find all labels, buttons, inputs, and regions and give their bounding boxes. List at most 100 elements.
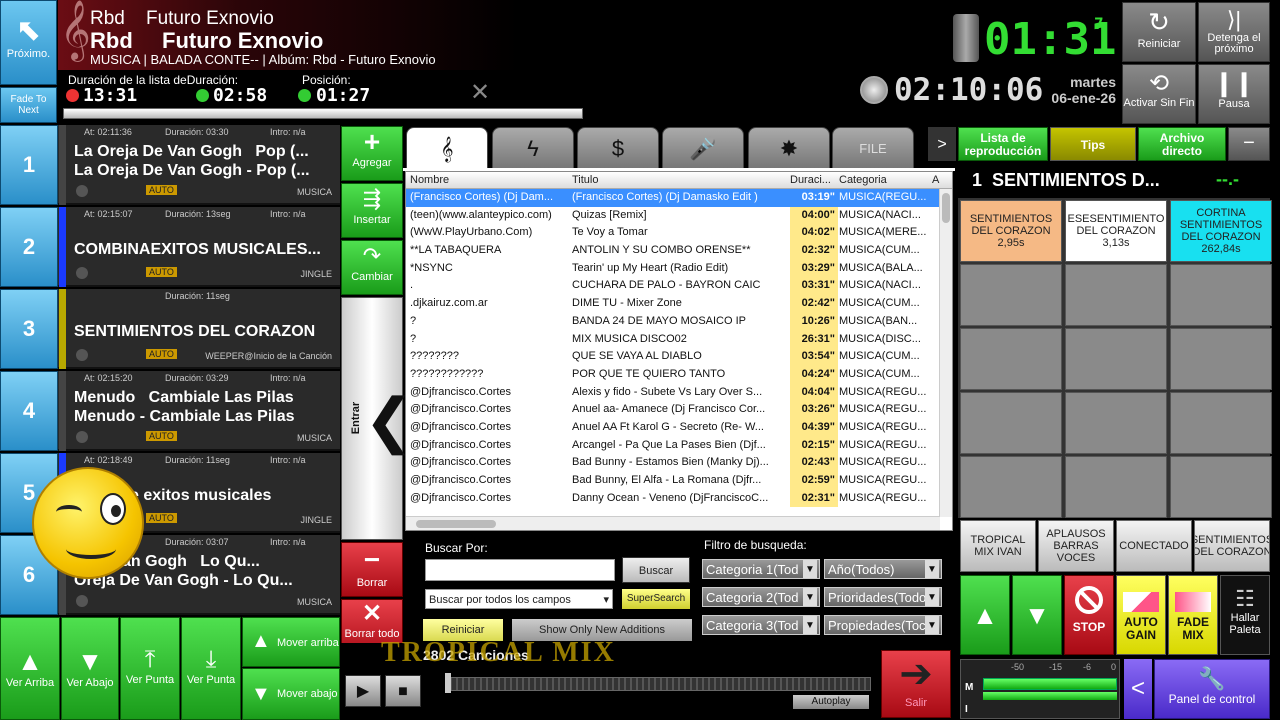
filter-select[interactable]: Categoria 3(Tod ▼ xyxy=(702,615,820,635)
queue-item[interactable]: 4 At: 02:15:20 Duración: 03:29 Intro: n/… xyxy=(0,371,340,451)
cart-tile[interactable]: ESESENTIMIENTO DEL CORAZON 3,13s xyxy=(1065,200,1167,262)
table-row[interactable]: (Francisco Cortes) (Dj Dam... (Francisco… xyxy=(406,189,952,207)
collapse-button[interactable]: < xyxy=(1124,659,1152,719)
library-tab[interactable]: 𝄞 xyxy=(406,127,488,169)
cart-tile[interactable] xyxy=(960,392,1062,454)
cart-up-button[interactable]: ▲ xyxy=(960,575,1010,655)
pausa-button[interactable]: ❙❙ Pausa xyxy=(1198,64,1270,124)
queue-number[interactable]: 4 xyxy=(0,371,58,451)
queue-item[interactable]: 3 Duración: 11seg SENTIMIENTOS DEL CORAZ… xyxy=(0,289,340,369)
queue-number[interactable]: 1 xyxy=(0,125,58,205)
auto-gain-button[interactable]: AUTO GAIN xyxy=(1116,575,1166,655)
archivo-directo-button[interactable]: Archivo directo xyxy=(1138,127,1226,161)
vertical-scrollbar[interactable] xyxy=(939,189,952,517)
hallar-paleta-button[interactable]: ☷ Hallar Paleta xyxy=(1220,575,1270,655)
filter-select[interactable]: Categoria 2(Tod ▼ xyxy=(702,587,820,607)
next-button[interactable]: ⬉ Próximo. xyxy=(0,0,57,85)
table-row[interactable]: @Djfrancisco.Cortes Bad Bunny - Estamos … xyxy=(406,454,952,472)
cart-tile[interactable] xyxy=(1170,456,1272,518)
table-row[interactable]: ???????????? POR QUE TE QUIERO TANTO 04:… xyxy=(406,365,952,384)
player-seek-bar[interactable] xyxy=(445,677,871,691)
fade-mix-button[interactable]: FADE MIX xyxy=(1168,575,1218,655)
filter-select[interactable]: Categoria 1(Tod ▼ xyxy=(702,559,820,579)
cambiar-button[interactable]: ↷ Cambiar xyxy=(341,240,403,295)
table-row[interactable]: (WwW.PlayUrbano.Com) Te Voy a Tomar 04:0… xyxy=(406,224,952,243)
queue-number[interactable]: 2 xyxy=(0,207,58,287)
pad-button[interactable]: SENTIMIENTOS DEL CORAZON xyxy=(1194,520,1270,572)
cart-tile[interactable]: SENTIMIENTOS DEL CORAZON 2,95s xyxy=(960,200,1062,262)
filter-select[interactable]: Año(Todos) ▼ xyxy=(824,559,942,579)
ver-arriba-button[interactable]: ▲ Ver Arriba xyxy=(0,617,60,720)
minimize-button[interactable]: − xyxy=(1228,127,1270,161)
lista-reproduccion-button[interactable]: Lista de reproducción xyxy=(958,127,1048,161)
filter-select[interactable]: Prioridades(Todo ▼ xyxy=(824,587,942,607)
queue-number[interactable]: 3 xyxy=(0,289,58,369)
supersearch-button[interactable]: SuperSearch xyxy=(622,589,690,609)
library-tab[interactable]: 🎤 xyxy=(662,127,744,169)
cart-down-button[interactable]: ▼ xyxy=(1012,575,1062,655)
progress-bar[interactable] xyxy=(63,108,583,119)
salir-button[interactable]: ➔ Salir xyxy=(881,650,951,718)
tips-button[interactable]: Tips xyxy=(1050,127,1136,161)
col-nombre[interactable]: Nombre xyxy=(410,172,570,188)
mover-abajo-button[interactable]: ▼ Mover abajo xyxy=(242,668,340,720)
table-row[interactable]: (teen)(www.alanteypico.com) Quizas [Remi… xyxy=(406,206,952,225)
table-row[interactable]: *NSYNC Tearin' up My Heart (Radio Edit) … xyxy=(406,259,952,278)
cart-tile[interactable] xyxy=(960,456,1062,518)
table-row[interactable]: @Djfrancisco.Cortes Alexis y fido - Sube… xyxy=(406,383,952,402)
reiniciar-button[interactable]: ↻ Reiniciar xyxy=(1122,2,1196,62)
fade-to-next-button[interactable]: Fade To Next xyxy=(0,87,57,123)
ver-punta-top-button[interactable]: ⤒ Ver Punta xyxy=(120,617,180,720)
table-row[interactable]: .djkairuz.com.ar DIME TU - Mixer Zone 02… xyxy=(406,295,952,313)
entrar-button[interactable]: Entrar ❮ xyxy=(341,297,414,540)
table-row[interactable]: @Djfrancisco.Cortes Arcangel - Pa Que La… xyxy=(406,436,952,455)
buscar-button[interactable]: Buscar xyxy=(622,557,690,583)
search-mode-select[interactable]: Buscar por todos los campos ▾ xyxy=(425,589,613,609)
detenga-button[interactable]: ⟩| Detenga el próximo xyxy=(1198,2,1270,62)
ver-abajo-button[interactable]: ▼ Ver Abajo xyxy=(61,617,119,720)
pad-button[interactable]: TROPICAL MIX IVAN xyxy=(960,520,1036,572)
mover-arriba-button[interactable]: ▲ Mover arriba xyxy=(242,617,340,667)
cart-tile[interactable] xyxy=(1170,328,1272,390)
library-table[interactable]: Nombre Titulo Duraci... Categoria A (Fra… xyxy=(405,171,953,531)
col-categoria[interactable]: Categoria xyxy=(839,172,929,188)
horizontal-scrollbar[interactable] xyxy=(406,516,940,530)
chevron-right-button[interactable]: > xyxy=(928,127,956,161)
cart-tile[interactable] xyxy=(1065,456,1167,518)
search-input[interactable] xyxy=(425,559,615,581)
table-row[interactable]: @Djfrancisco.Cortes Bad Bunny, El Alfa -… xyxy=(406,472,952,490)
cart-tile[interactable]: CORTINA SENTIMIENTOS DEL CORAZON 262,84s xyxy=(1170,200,1272,262)
insertar-button[interactable]: ⇶ Insertar xyxy=(341,183,403,238)
cart-tile[interactable] xyxy=(1170,392,1272,454)
table-row[interactable]: **LA TABAQUERA ANTOLIN Y SU COMBO ORENSE… xyxy=(406,242,952,260)
queue-item[interactable]: 2 At: 02:15:07 Duración: 13seg Intro: n/… xyxy=(0,207,340,287)
cart-tile[interactable] xyxy=(1170,264,1272,326)
activar-sin-fin-button[interactable]: ⟲ Activar Sin Fin xyxy=(1122,64,1196,124)
table-row[interactable]: @Djfrancisco.Cortes Anuel aa- Amanece (D… xyxy=(406,401,952,419)
table-row[interactable]: ???????? QUE SE VAYA AL DIABLO 03:54" MU… xyxy=(406,348,952,366)
seek-handle[interactable] xyxy=(445,673,451,693)
col-a[interactable]: A xyxy=(932,172,944,188)
filter-select[interactable]: Propiedades(Toc ▼ xyxy=(824,615,942,635)
cart-tile[interactable] xyxy=(960,328,1062,390)
table-row[interactable]: ? MIX MUSICA DISCO02 26:31" MUSICA(DISC.… xyxy=(406,330,952,349)
stop-button[interactable]: STOP xyxy=(1064,575,1114,655)
cart-tile[interactable] xyxy=(960,264,1062,326)
library-tab[interactable]: FILE xyxy=(832,127,914,169)
table-row[interactable]: ? BANDA 24 DE MAYO MOSAICO IP 10:26" MUS… xyxy=(406,312,952,331)
table-row[interactable]: . CUCHARA DE PALO - BAYRON CAIC 03:31" M… xyxy=(406,277,952,296)
cart-tile[interactable] xyxy=(1065,392,1167,454)
cart-tile[interactable] xyxy=(1065,264,1167,326)
stop-player-button[interactable]: ■ xyxy=(385,675,421,707)
library-tab[interactable]: ✸ xyxy=(748,127,830,169)
play-button[interactable]: ▶ xyxy=(345,675,381,707)
pad-button[interactable]: APLAUSOS BARRAS VOCES xyxy=(1038,520,1114,572)
pad-button[interactable]: CONECTADO xyxy=(1116,520,1192,572)
queue-item[interactable]: 1 At: 02:11:36 Duración: 03:30 Intro: n/… xyxy=(0,125,340,205)
agregar-button[interactable]: + Agregar xyxy=(341,126,403,181)
library-tab[interactable]: $ xyxy=(577,127,659,169)
table-row[interactable]: @Djfrancisco.Cortes Anuel AA Ft Karol G … xyxy=(406,418,952,437)
col-duracion[interactable]: Duraci... xyxy=(790,172,838,188)
panel-de-control-button[interactable]: 🔧 Panel de control xyxy=(1154,659,1270,719)
col-titulo[interactable]: Titulo xyxy=(572,172,787,188)
